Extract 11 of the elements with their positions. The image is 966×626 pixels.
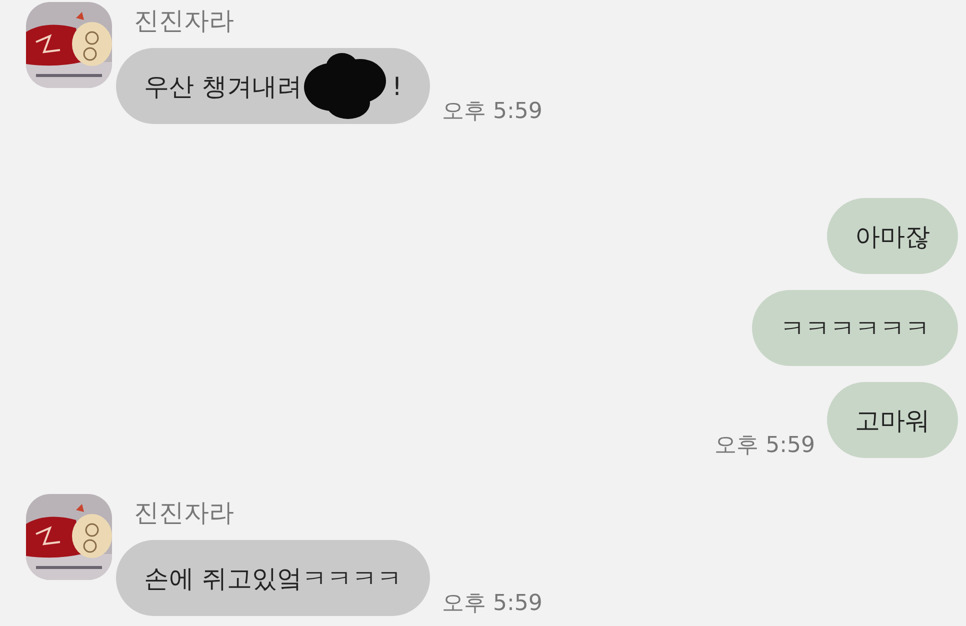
message-time: 오후 5:59: [442, 98, 542, 126]
message-text: 우산 챙겨내려: [144, 70, 302, 102]
message-text: 손에 쥐고있엌ㅋㅋㅋㅋ: [144, 562, 402, 594]
message-text: 아마잖: [855, 220, 930, 252]
sender-name: 진진자라: [134, 497, 235, 529]
message-time: 오후 5:59: [442, 590, 542, 618]
message-text: !: [392, 72, 402, 100]
message-time: 오후 5:59: [714, 432, 815, 460]
message-text: 고마워: [855, 404, 930, 436]
sender-name: 진진자라: [134, 5, 235, 37]
message-text: ㅋㅋㅋㅋㅋㅋ: [780, 312, 930, 344]
